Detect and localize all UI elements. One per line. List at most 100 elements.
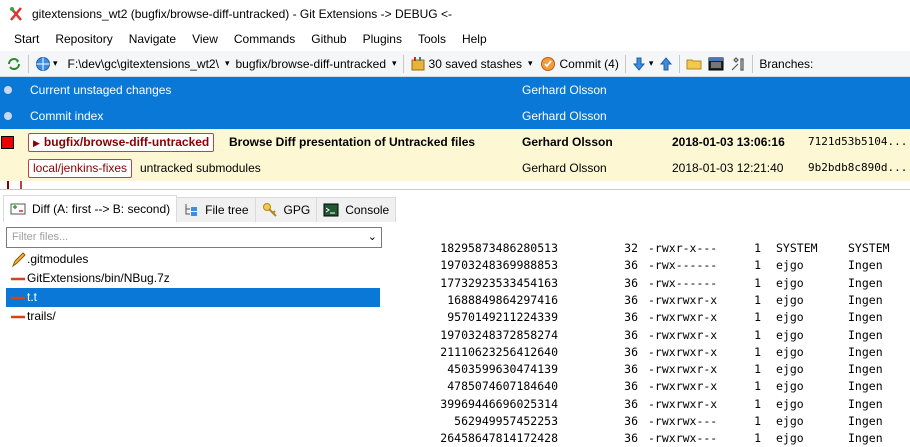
diff-cell-perm: -rwxrwxr-x [648, 292, 718, 307]
diff-cell-group: Ingen [848, 327, 883, 342]
revision-author: Gerhard Olsson [522, 83, 607, 97]
pencil-icon [11, 252, 26, 268]
diff-cell-perm: -rwxrwx--- [648, 414, 718, 428]
diff-cell-perm: -rwxrwx--- [648, 431, 718, 446]
diff-cell-size: 32 [624, 241, 638, 255]
revision-author: Gerhard Olsson [522, 109, 607, 123]
menu-view[interactable]: View [184, 28, 226, 50]
diff-cell-group: Ingen [848, 396, 883, 411]
tab-diff[interactable]: Diff (A: first --> B: second) [3, 195, 178, 222]
diff-viewer[interactable]: 18295873486280513 32 -rwxr-x--- 1 SYSTEM SYST… [386, 226, 910, 445]
tab-file-tree[interactable]: File tree [176, 197, 256, 222]
diff-cell-links: 1 [754, 344, 761, 359]
file-item[interactable]: t.t [6, 288, 380, 307]
menu-plugins[interactable]: Plugins [355, 28, 410, 50]
diff-cell-owner: ejgo [776, 292, 804, 307]
toolbar: ▾ F:\dev\gc\gitextensions_wt2\ ▾ bugfix/… [0, 51, 910, 77]
menu-github[interactable]: Github [303, 28, 354, 50]
diff-cell-size: 36 [624, 379, 638, 394]
push-button[interactable] [656, 52, 676, 75]
diff-cell-inode: 21110623256412640 [440, 344, 558, 359]
diff-cell-links: 1 [754, 275, 761, 290]
diff-cell-inode: 562949957452253 [454, 414, 558, 428]
triangle-right-icon: ▶ [33, 138, 40, 148]
diff-cell-links: 1 [754, 258, 761, 273]
file-tree-icon [185, 204, 198, 216]
revision-message: Commit index [30, 109, 104, 123]
diff-cell-perm: -rwxrwxr-x [648, 379, 718, 394]
revision-author: Gerhard Olsson [522, 135, 613, 149]
stash-icon [411, 56, 425, 70]
diff-line: 19703248369988853 36 -rwx------ 1 ejgo Ingen [386, 257, 910, 274]
diff-cell-size: 36 [624, 258, 638, 273]
chevron-down-icon[interactable]: ⌄ [368, 230, 377, 243]
refresh-button[interactable] [3, 52, 25, 75]
diff-cell-inode: 17732923533454163 [440, 275, 558, 290]
branch-name: bugfix/browse-diff-untracked [235, 56, 387, 71]
menu-repository[interactable]: Repository [47, 28, 120, 50]
commit-button[interactable]: Commit (4) [537, 52, 621, 75]
diff-cell-perm: -rwxr-x--- [648, 241, 718, 255]
diff-cell-size: 36 [624, 327, 638, 342]
branch-tag[interactable]: ▶ bugfix/browse-diff-untracked [28, 133, 215, 152]
filter-files-combobox[interactable]: Filter files... ⌄ [6, 227, 382, 248]
stashes-button[interactable]: 30 saved stashes ▾ [407, 52, 536, 75]
diff-cell-inode: 4785074607184640 [447, 379, 558, 394]
revision-row-index[interactable]: Commit index Gerhard Olsson [0, 103, 910, 129]
menu-start[interactable]: Start [6, 28, 47, 50]
tab-gpg[interactable]: GPG [254, 197, 318, 222]
git-bash-button[interactable] [705, 52, 727, 75]
diff-line: 26458647814172428 36 -rwxrwx--- 1 ejgo Ingen [386, 430, 910, 447]
diff-cell-size: 36 [624, 431, 638, 446]
filter-placeholder: Filter files... [12, 231, 69, 243]
chevron-down-icon: ▾ [392, 58, 397, 68]
diff-line: 4503599630474139 36 -rwxrwxr-x 1 ejgo Ingen [386, 361, 910, 378]
repository-path[interactable]: F:\dev\gc\gitextensions_wt2\ [65, 52, 222, 75]
diff-cell-group: SYSTEM [848, 241, 890, 255]
pull-button[interactable]: ▾ [629, 52, 657, 75]
revision-date: 2018-01-03 13:06:16 [672, 135, 785, 149]
file-item[interactable]: GitExtensions/bin/NBug.7z [6, 269, 382, 288]
revision-message: Browse Diff presentation of Untracked fi… [229, 135, 476, 149]
file-name: GitExtensions/bin/NBug.7z [27, 271, 170, 285]
branch-tag[interactable]: local/jenkins-fixes [28, 159, 133, 178]
file-item[interactable]: trails/ [6, 307, 382, 326]
branch-dropdown-arrow-left[interactable]: ▾ [222, 52, 233, 75]
file-item[interactable]: .gitmodules [6, 250, 382, 269]
revision-row-unstaged[interactable]: Current unstaged changes Gerhard Olsson [0, 77, 910, 103]
diff-cell-size: 36 [624, 414, 638, 428]
revision-grid: Current unstaged changes Gerhard Olsson … [0, 77, 910, 190]
tab-label: GPG [283, 203, 311, 217]
diff-cell-size: 36 [624, 344, 638, 359]
graph-node [4, 112, 12, 120]
diff-cell-owner: SYSTEM [776, 241, 818, 255]
diff-cell-owner: ejgo [776, 275, 804, 290]
diff-cell-size: 36 [624, 362, 638, 377]
commit-label: Commit (4) [559, 56, 619, 71]
menu-commands[interactable]: Commands [226, 28, 303, 50]
diff-cell-owner: ejgo [776, 327, 804, 342]
diff-cell-group: Ingen [848, 414, 883, 428]
branch-selector[interactable]: bugfix/browse-diff-untracked ▾ [232, 52, 399, 75]
repository-dropdown[interactable]: ▾ [32, 52, 61, 75]
revision-row-head[interactable]: ▶ bugfix/browse-diff-untracked Browse Dif… [0, 129, 910, 155]
file-name: .gitmodules [27, 252, 89, 266]
revision-hash: 7121d53b5104... [808, 135, 908, 148]
revision-date: 2018-01-03 12:21:40 [672, 161, 784, 175]
diff-cell-perm: -rwxrwxr-x [648, 362, 718, 377]
settings-button[interactable] [727, 52, 749, 75]
toolbar-separator [28, 54, 29, 73]
diff-cell-links: 1 [754, 310, 761, 325]
diff-cell-inode: 26458647814172428 [440, 431, 558, 446]
menu-tools[interactable]: Tools [410, 28, 454, 50]
menu-navigate[interactable]: Navigate [121, 28, 184, 50]
console-icon [708, 57, 724, 70]
window-title: gitextensions_wt2 (bugfix/browse-diff-un… [32, 7, 452, 21]
diff-cell-links: 1 [754, 327, 761, 342]
revision-row[interactable]: local/jenkins-fixes untracked submodules… [0, 155, 910, 181]
menu-help[interactable]: Help [454, 28, 495, 50]
open-folder-button[interactable] [683, 52, 705, 75]
diff-cell-size: 36 [624, 310, 638, 325]
tab-console[interactable]: Console [316, 197, 397, 222]
diff-cell-perm: -rwxrwxr-x [648, 396, 718, 411]
